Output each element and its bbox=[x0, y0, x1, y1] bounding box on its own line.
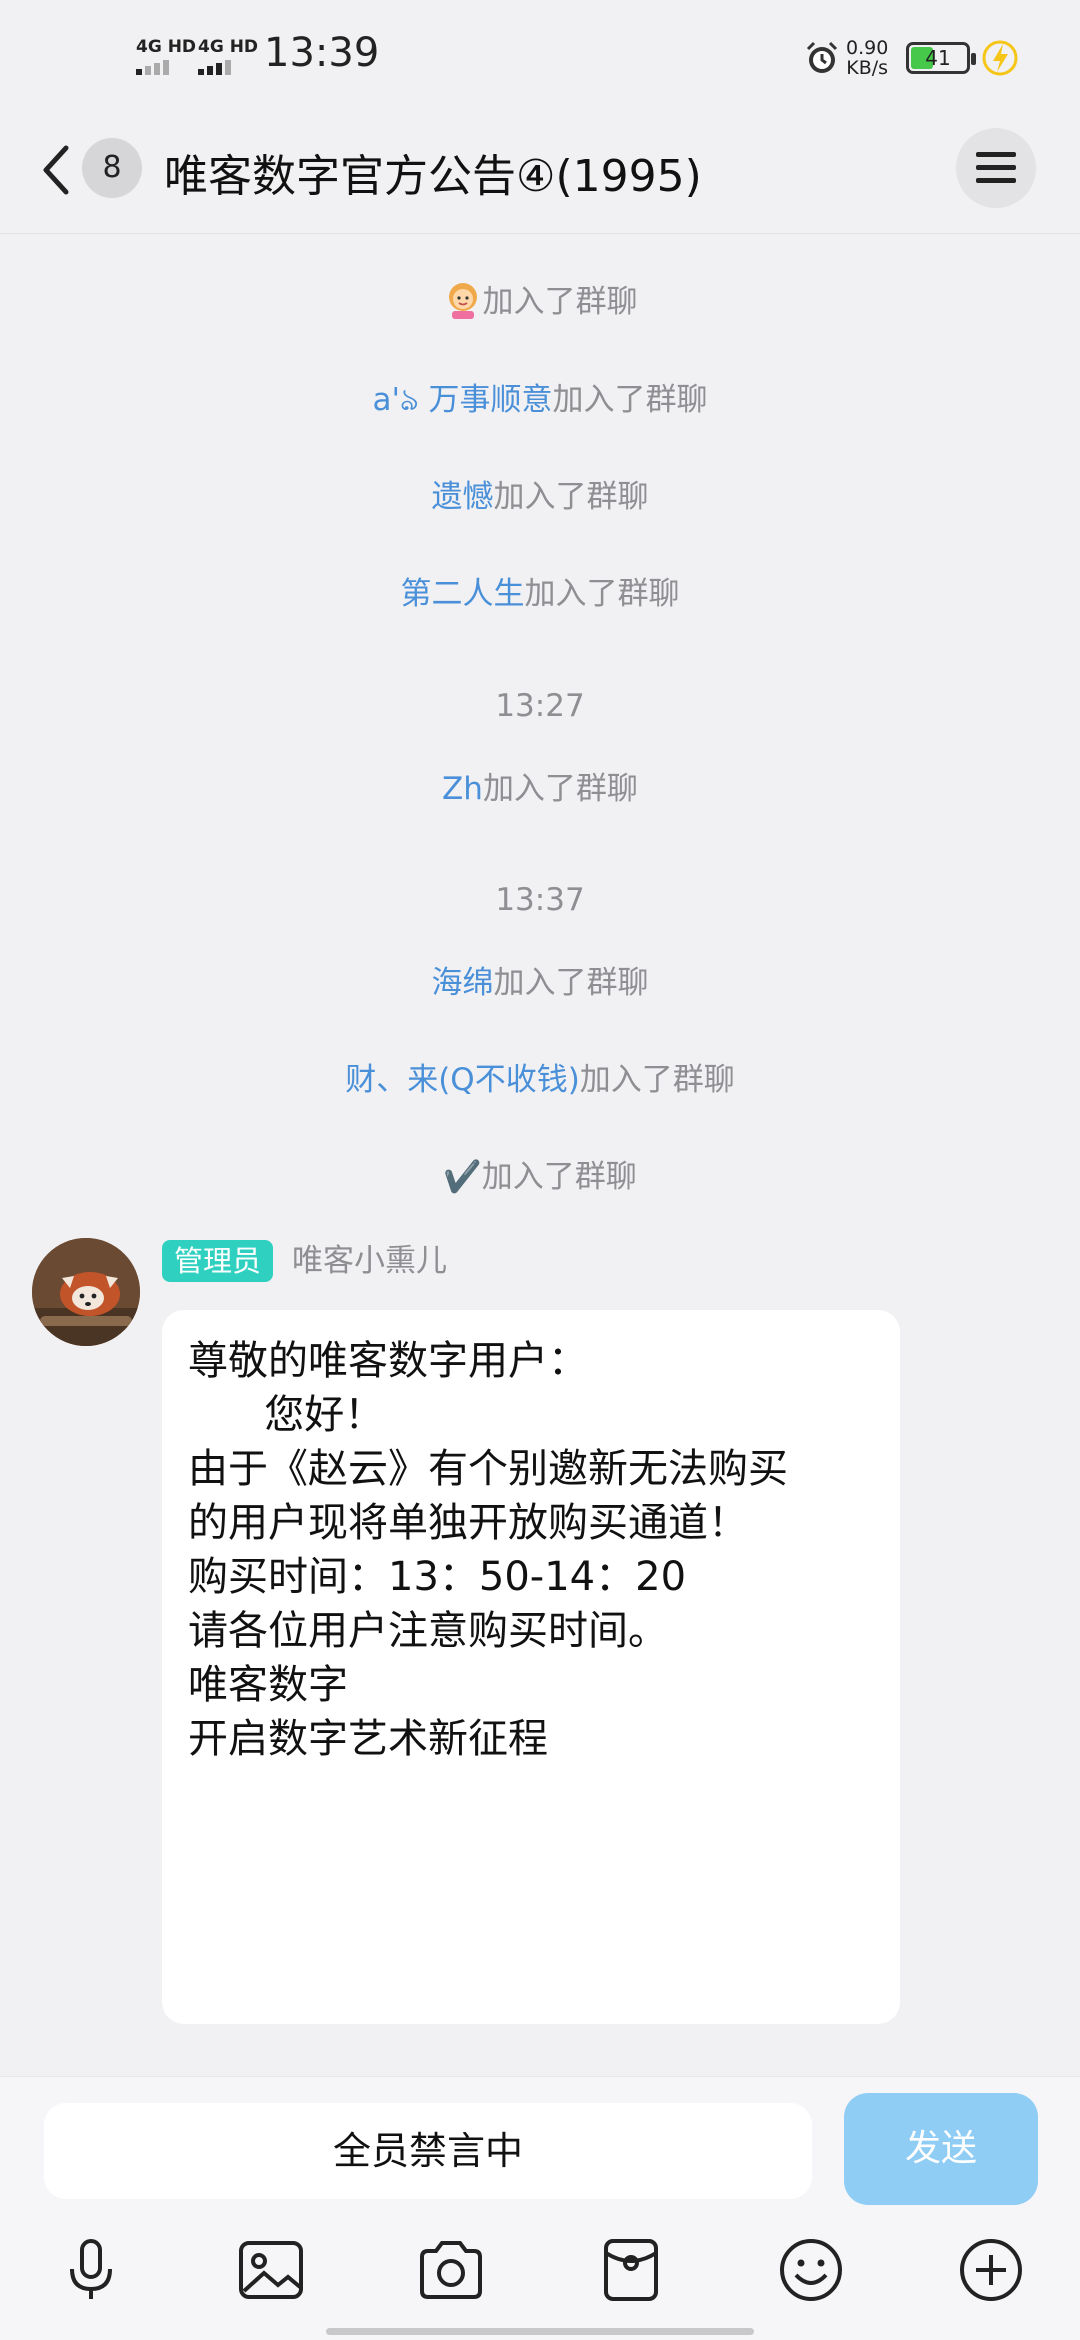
message-line: 开启数字艺术新征程 bbox=[188, 1716, 548, 1762]
join-text: 加入了群聊 bbox=[482, 284, 638, 320]
image-icon[interactable] bbox=[236, 2235, 306, 2305]
message-line: 您好！ bbox=[188, 1392, 385, 1438]
home-indicator[interactable] bbox=[326, 2328, 754, 2335]
alarm-icon bbox=[806, 41, 838, 73]
charging-icon bbox=[982, 40, 1018, 76]
chat-screen: 4G HD 4G HD 13:39 0.90 KB/s 41 8 唯客数字官方公… bbox=[0, 0, 1080, 2340]
avatar[interactable] bbox=[32, 1238, 140, 1346]
system-message: 海绵加入了群聊 bbox=[0, 957, 1080, 1002]
member-name[interactable]: ✔️ bbox=[443, 1159, 482, 1195]
join-text: 加入了群聊 bbox=[493, 479, 649, 515]
message-line: 请各位用户注意购买时间。 bbox=[188, 1608, 668, 1654]
send-button[interactable]: 发送 bbox=[844, 2093, 1038, 2205]
join-text: 加入了群聊 bbox=[493, 965, 649, 1001]
signal-2: 4G HD bbox=[198, 38, 258, 75]
message-input[interactable]: 全员禁言中 bbox=[44, 2103, 812, 2199]
system-message: ✔️加入了群聊 bbox=[0, 1151, 1080, 1196]
system-message: 第二人生加入了群聊 bbox=[0, 568, 1080, 613]
signal-1-label: 4G HD bbox=[136, 37, 197, 57]
chat-header: 8 唯客数字官方公告④(1995) bbox=[0, 118, 1080, 234]
member-name[interactable]: a'ঌ 万事顺意 bbox=[372, 382, 552, 418]
status-time: 13:39 bbox=[264, 30, 380, 76]
battery-icon: 41 bbox=[906, 42, 976, 74]
timestamp: 13:27 bbox=[495, 688, 585, 724]
camera-icon[interactable] bbox=[416, 2235, 486, 2305]
message-line: 由于《赵云》有个别邀新无法购买 bbox=[188, 1446, 788, 1492]
status-bar: 4G HD 4G HD 13:39 0.90 KB/s 41 bbox=[0, 0, 1080, 118]
message-line: 的用户现将单独开放购买通道！ bbox=[188, 1500, 748, 1546]
system-message: Zh加入了群聊 bbox=[0, 763, 1080, 808]
signal-1: 4G HD bbox=[136, 38, 196, 75]
person-emoji-icon bbox=[448, 283, 477, 319]
system-message: 财、来(Q不收钱)加入了群聊 bbox=[0, 1054, 1080, 1099]
message-line: 购买时间：13：50-14：20 bbox=[188, 1554, 687, 1600]
join-text: 加入了群聊 bbox=[552, 382, 708, 418]
battery-level: 41 bbox=[925, 46, 951, 70]
member-name[interactable]: 遗憾 bbox=[432, 479, 494, 515]
plus-icon[interactable] bbox=[956, 2235, 1026, 2305]
signal-2-label: 4G HD bbox=[198, 37, 259, 57]
join-text: 加入了群聊 bbox=[482, 771, 638, 807]
unread-count-badge[interactable]: 8 bbox=[82, 138, 142, 198]
join-text: 加入了群聊 bbox=[481, 1159, 637, 1195]
message-line: 唯客数字 bbox=[188, 1662, 348, 1708]
sender-name[interactable]: 唯客小熏儿 bbox=[292, 1240, 447, 1282]
message-line: 尊敬的唯客数字用户： bbox=[188, 1338, 588, 1384]
member-name[interactable]: 第二人生 bbox=[401, 576, 525, 612]
red-packet-icon[interactable] bbox=[596, 2235, 666, 2305]
message-bubble[interactable]: 尊敬的唯客数字用户： 您好！ 由于《赵云》有个别邀新无法购买 的用户现将单独开放… bbox=[162, 1310, 900, 2024]
member-name[interactable]: Zh bbox=[442, 771, 483, 807]
network-speed: 0.90 KB/s bbox=[846, 38, 888, 78]
net-speed-unit: KB/s bbox=[846, 57, 889, 79]
emoji-icon[interactable] bbox=[776, 2235, 846, 2305]
red-panda-avatar-icon bbox=[32, 1238, 140, 1346]
join-text: 加入了群聊 bbox=[579, 1062, 735, 1098]
back-arrow-icon[interactable] bbox=[36, 140, 76, 200]
menu-button[interactable] bbox=[956, 128, 1036, 208]
system-message: 加入了群聊 bbox=[0, 276, 1080, 321]
join-text: 加入了群聊 bbox=[524, 576, 680, 612]
microphone-icon[interactable] bbox=[56, 2235, 126, 2305]
input-area: 全员禁言中 发送 bbox=[0, 2076, 1080, 2340]
timestamp: 13:37 bbox=[495, 882, 585, 918]
net-speed-value: 0.90 bbox=[846, 37, 889, 59]
system-message: 遗憾加入了群聊 bbox=[0, 471, 1080, 516]
chat-title[interactable]: 唯客数字官方公告④(1995) bbox=[164, 140, 702, 204]
member-name[interactable]: 财、来(Q不收钱) bbox=[345, 1062, 580, 1098]
system-message: a'ঌ 万事顺意加入了群聊 bbox=[0, 374, 1080, 428]
member-name[interactable]: 海绵 bbox=[432, 965, 494, 1001]
admin-badge: 管理员 bbox=[162, 1240, 274, 1282]
